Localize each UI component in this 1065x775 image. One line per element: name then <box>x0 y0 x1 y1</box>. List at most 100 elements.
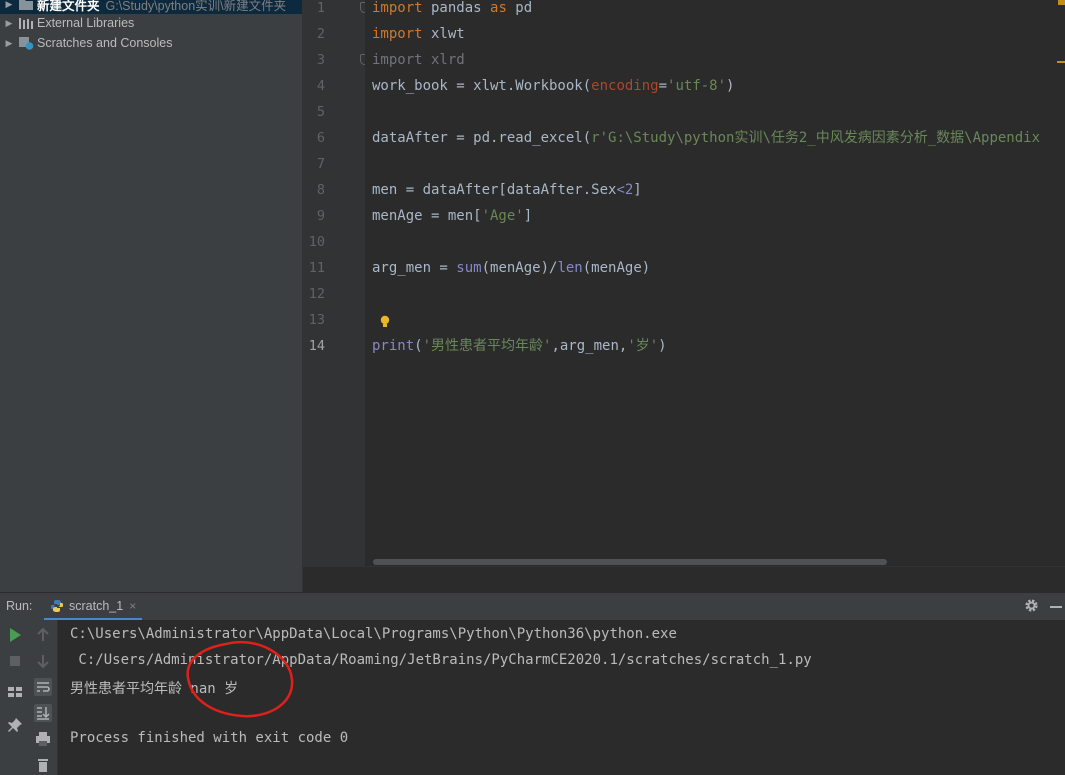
code-token: ( <box>414 338 423 354</box>
code-token: '岁' <box>627 338 659 354</box>
expand-arrow-icon[interactable]: ▶ <box>2 38 16 49</box>
line-number: 9 <box>316 208 325 224</box>
code-token: = <box>658 78 668 94</box>
code-line[interactable]: dataAfter = pd.read_excel(r'G:\Study\pyt… <box>372 125 1040 151</box>
line-number: 13 <box>308 312 325 328</box>
code-token: ,arg_men, <box>551 338 628 354</box>
line-number: 12 <box>308 286 325 302</box>
run-panel-title: Run: <box>6 599 33 613</box>
code-line[interactable]: menAge = men['Age'] <box>372 203 532 229</box>
code-token: import <box>372 26 423 42</box>
line-number: 2 <box>316 26 325 42</box>
lightbulb-icon[interactable] <box>380 315 390 329</box>
code-line[interactable]: print('男性患者平均年龄',arg_men,'岁') <box>372 333 667 359</box>
tab-scratch-1[interactable]: scratch_1 × <box>44 593 143 621</box>
code-token: ) <box>658 338 667 354</box>
console-line: C:\Users\Administrator\AppData\Local\Pro… <box>70 626 677 642</box>
line-number: 6 <box>316 130 325 146</box>
gear-icon[interactable] <box>1024 598 1039 613</box>
tree-item-label: 新建文件夹 <box>37 0 100 13</box>
code-token: 'utf-8' <box>667 78 727 94</box>
scratches-icon <box>19 37 34 50</box>
code-token: pandas <box>422 0 491 16</box>
code-token: print <box>372 338 415 354</box>
code-token: men = dataAfter[dataAfter.Sex <box>372 182 617 198</box>
code-token: (menAge)/ <box>481 260 558 276</box>
print-icon[interactable] <box>34 730 52 748</box>
code-token: work_book = xlwt.Workbook <box>372 78 583 94</box>
code-token: ] <box>523 208 533 224</box>
tree-item-label: External Libraries <box>37 16 135 30</box>
folder-icon <box>19 0 33 10</box>
soft-wrap-icon[interactable] <box>34 678 52 696</box>
tab-label: scratch_1 <box>69 598 124 613</box>
tree-item-external-libraries[interactable]: ▶ External Libraries <box>0 13 302 33</box>
code-line[interactable]: men = dataAfter[dataAfter.Sex<2] <box>372 177 642 203</box>
line-number: 5 <box>316 104 325 120</box>
line-number: 1 <box>316 0 325 16</box>
code-token: arg_men = <box>372 260 457 276</box>
code-editor[interactable]: import pandas as pd import xlwt import xlr… <box>365 0 1065 566</box>
up-arrow-icon[interactable] <box>34 626 52 644</box>
down-arrow-icon[interactable] <box>34 652 52 670</box>
code-token: as <box>490 0 507 16</box>
editor-horizontal-scrollbar[interactable] <box>373 559 887 565</box>
warning-stripe-marker[interactable] <box>1058 0 1065 5</box>
tree-item-project-folder[interactable]: ▶ 新建文件夹 G:\Study\python实训\新建文件夹 <box>0 0 302 14</box>
stop-icon[interactable] <box>6 652 24 670</box>
line-number-current: 14 <box>308 338 325 354</box>
code-token: <2 <box>616 182 634 198</box>
layout-icon[interactable] <box>6 683 24 701</box>
code-token: len <box>557 260 583 276</box>
code-token: encoding <box>591 78 659 94</box>
code-line[interactable]: import pandas as pd <box>372 0 532 21</box>
code-token: pd <box>506 0 533 16</box>
code-token: '男性患者平均年龄' <box>422 338 552 354</box>
library-icon <box>19 18 33 29</box>
code-token: xlwt <box>422 26 465 42</box>
code-token: (menAge) <box>582 260 651 276</box>
code-token: ) <box>726 78 735 94</box>
code-line[interactable]: import xlrd <box>372 47 465 73</box>
expand-arrow-icon[interactable]: ▶ <box>2 18 16 29</box>
console-line-exit: Process finished with exit code 0 <box>70 730 349 746</box>
run-icon[interactable] <box>6 626 24 644</box>
line-number: 3 <box>316 52 325 68</box>
code-token: menAge = men[ <box>372 208 482 224</box>
close-tab-icon[interactable]: × <box>129 599 136 613</box>
project-tree-panel: ▶ 新建文件夹 G:\Study\python实训\新建文件夹 ▶ Extern… <box>0 0 302 592</box>
line-number: 8 <box>316 182 325 198</box>
code-line[interactable]: arg_men = sum(menAge)/len(menAge) <box>372 255 650 281</box>
code-line[interactable]: work_book = xlwt.Workbook(encoding='utf-… <box>372 73 734 99</box>
code-token: import <box>372 0 423 16</box>
line-number: 7 <box>316 156 325 172</box>
run-toolbar-left <box>0 620 30 775</box>
code-token: sum <box>456 260 482 276</box>
trash-icon[interactable] <box>34 756 52 774</box>
tree-item-label: Scratches and Consoles <box>37 36 173 50</box>
code-token: ( <box>582 130 592 146</box>
editor-bottom-area <box>303 566 1065 593</box>
minimize-panel-icon[interactable] <box>1050 606 1062 608</box>
pin-icon[interactable] <box>6 716 24 734</box>
code-line[interactable]: import xlwt <box>372 21 465 47</box>
code-token: import xlrd <box>372 52 465 68</box>
tree-item-scratches[interactable]: ▶ Scratches and Consoles <box>0 33 302 53</box>
code-token: r'G:\Study\python实训\任务2_中风发病因素分析_数据\Appe… <box>591 130 1041 146</box>
console-toolbar <box>30 620 58 775</box>
warning-stripe-marker[interactable] <box>1057 61 1065 63</box>
line-number: 11 <box>308 260 325 276</box>
code-token: ( <box>582 78 592 94</box>
annotation-circle <box>186 640 294 718</box>
code-token: dataAfter = pd.read_excel <box>372 130 583 146</box>
python-file-icon <box>51 599 63 612</box>
tree-item-path: G:\Study\python实训\新建文件夹 <box>105 0 287 13</box>
expand-arrow-icon[interactable]: ▶ <box>2 0 16 10</box>
run-panel-header: Run: scratch_1 × <box>0 592 1065 621</box>
editor-gutter: 1 2 3 4 5 6 7 8 9 10 11 12 13 14 <box>303 0 369 566</box>
code-token: 'Age' <box>481 208 524 224</box>
scroll-to-end-icon[interactable] <box>34 704 52 722</box>
console-line: C:/Users/Administrator/AppData/Roaming/J… <box>70 652 812 668</box>
code-token: ] <box>633 182 642 198</box>
line-number: 4 <box>316 78 325 94</box>
